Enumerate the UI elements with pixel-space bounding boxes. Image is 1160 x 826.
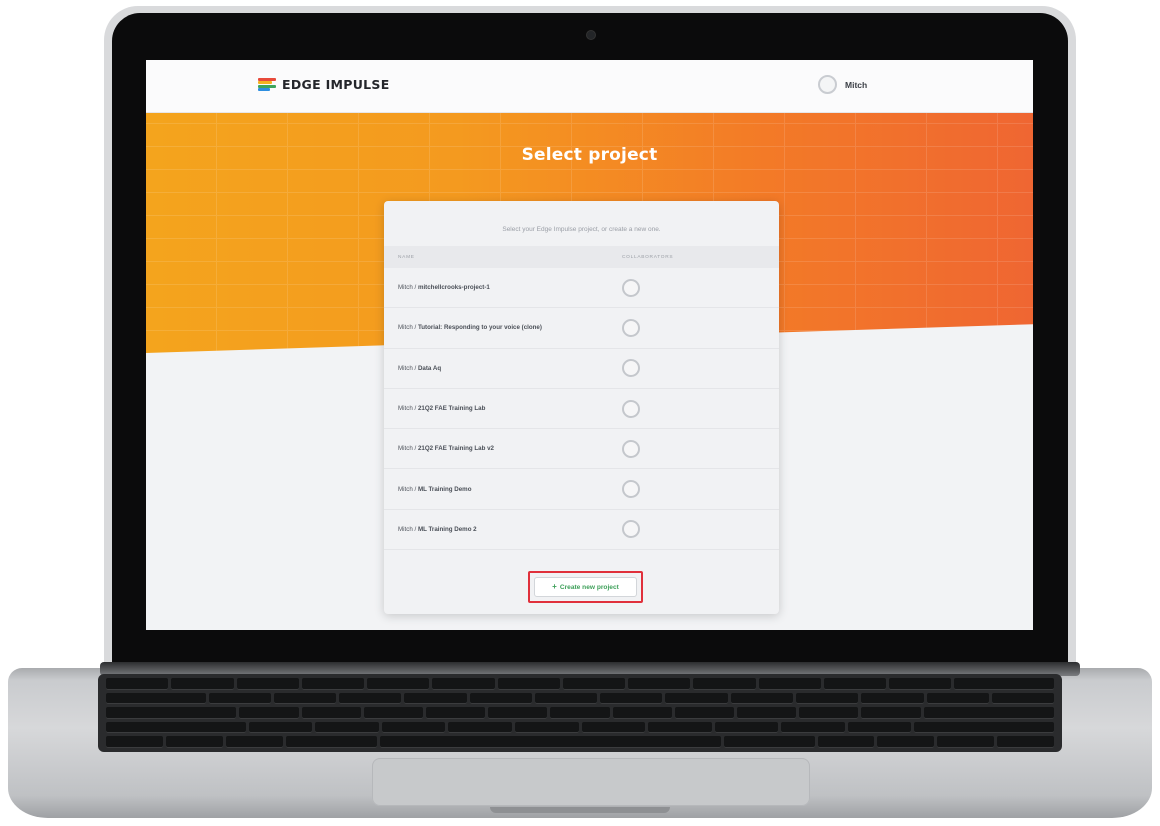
project-row[interactable]: Mitch / Data Aq	[384, 349, 779, 389]
collaborator-avatar-icon	[622, 480, 640, 499]
laptop-screen: EDGE IMPULSE Mitch Select project Select…	[146, 60, 1033, 630]
collaborator-avatar-icon	[622, 359, 640, 378]
collaborators-cell	[622, 439, 779, 458]
collaborators-cell	[622, 278, 779, 297]
project-row[interactable]: Mitch / ML Training Demo	[384, 469, 779, 510]
user-name: Mitch	[845, 79, 868, 90]
project-name: Mitch / 21Q2 FAE Training Lab	[398, 405, 486, 413]
collaborators-cell	[622, 359, 779, 378]
collaborator-avatar-icon	[622, 278, 640, 297]
project-name: Mitch / Data Aq	[398, 364, 442, 372]
collaborators-cell	[622, 318, 779, 337]
collaborators-cell	[622, 520, 779, 539]
project-row[interactable]: Mitch / 21Q2 FAE Training Lab	[384, 389, 779, 430]
create-new-project-button[interactable]: + Create new project	[534, 577, 637, 597]
collaborators-cell	[622, 480, 779, 499]
project-name: Mitch / ML Training Demo 2	[398, 525, 477, 533]
user-menu[interactable]: Mitch	[818, 75, 867, 94]
table-header: NAME COLLABORATORS	[384, 246, 779, 268]
page-title: Select project	[521, 145, 658, 165]
laptop-lip	[490, 807, 670, 813]
card-intro-text: Select your Edge Impulse project, or cre…	[502, 226, 661, 233]
plus-icon: +	[552, 582, 557, 591]
trackpad	[372, 758, 810, 806]
create-button-highlight: + Create new project	[528, 571, 643, 603]
collaborator-avatar-icon	[622, 439, 640, 458]
brand-logo[interactable]: EDGE IMPULSE	[258, 77, 390, 92]
collaborator-avatar-icon	[622, 399, 640, 418]
collaborator-avatar-icon	[622, 520, 640, 539]
project-name: Mitch / 21Q2 FAE Training Lab v2	[398, 445, 494, 453]
user-avatar-icon	[818, 75, 837, 94]
keyboard	[98, 674, 1062, 752]
create-button-label: Create new project	[559, 583, 619, 591]
project-row[interactable]: Mitch / 21Q2 FAE Training Lab v2	[384, 429, 779, 470]
project-row[interactable]: Mitch / ML Training Demo 2	[384, 510, 779, 551]
collaborators-cell	[622, 399, 779, 418]
collaborator-avatar-icon	[622, 318, 640, 337]
project-name: Mitch / Tutorial: Responding to your voi…	[398, 324, 542, 332]
column-header-name: NAME	[398, 254, 415, 260]
project-name: Mitch / mitchellcrooks-project-1	[398, 284, 490, 292]
project-row[interactable]: Mitch / Tutorial: Responding to your voi…	[384, 308, 779, 349]
top-nav: EDGE IMPULSE Mitch	[146, 60, 1033, 113]
webcam	[586, 30, 596, 40]
project-row[interactable]: Mitch / mitchellcrooks-project-1	[384, 268, 779, 309]
project-list-card: Select your Edge Impulse project, or cre…	[384, 201, 779, 614]
brand-name: EDGE IMPULSE	[282, 77, 390, 92]
project-name: Mitch / ML Training Demo	[398, 485, 472, 493]
edge-impulse-logo-icon	[258, 77, 276, 92]
column-header-collaborators: COLLABORATORS	[622, 254, 674, 260]
